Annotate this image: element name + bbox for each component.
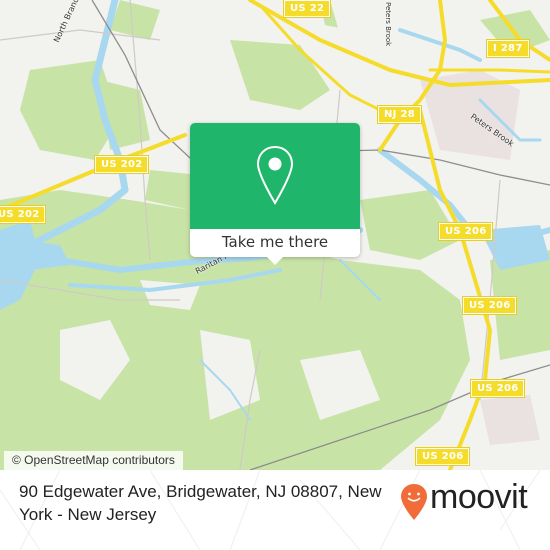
road-shield-us206-2: US 206 (461, 296, 518, 315)
moovit-logo[interactable]: moovit (400, 478, 540, 522)
road-shield-us202: US 202 (93, 155, 150, 174)
osm-attribution[interactable]: © OpenStreetMap contributors (4, 451, 183, 470)
footer: 90 Edgewater Ave, Bridgewater, NJ 08807,… (0, 470, 550, 550)
take-me-there-button[interactable]: Take me there (190, 229, 360, 257)
road-shield-us22: US 22 (282, 0, 332, 18)
moovit-pin-icon (401, 484, 427, 520)
map[interactable]: North Branch Raritan River Peters Brook … (0, 0, 550, 470)
location-popup: Take me there (190, 123, 360, 265)
road-shield-us206-1: US 206 (437, 222, 494, 241)
road-shield-i287: I 287 (486, 39, 530, 58)
road-shield-us206-4: US 206 (414, 447, 471, 466)
map-pin-icon (256, 145, 294, 205)
road-shield-nj28: NJ 28 (377, 105, 422, 124)
road-shield-us206-3: US 206 (469, 379, 526, 398)
address-text: 90 Edgewater Ave, Bridgewater, NJ 08807,… (19, 482, 382, 524)
moovit-wordmark: moovit (430, 478, 528, 516)
popup-header (190, 123, 360, 229)
label-peters-brook-top: Peters Brook (384, 2, 392, 47)
road-shield-us202-west: US 202 (0, 205, 47, 224)
popup-tail (267, 257, 283, 265)
